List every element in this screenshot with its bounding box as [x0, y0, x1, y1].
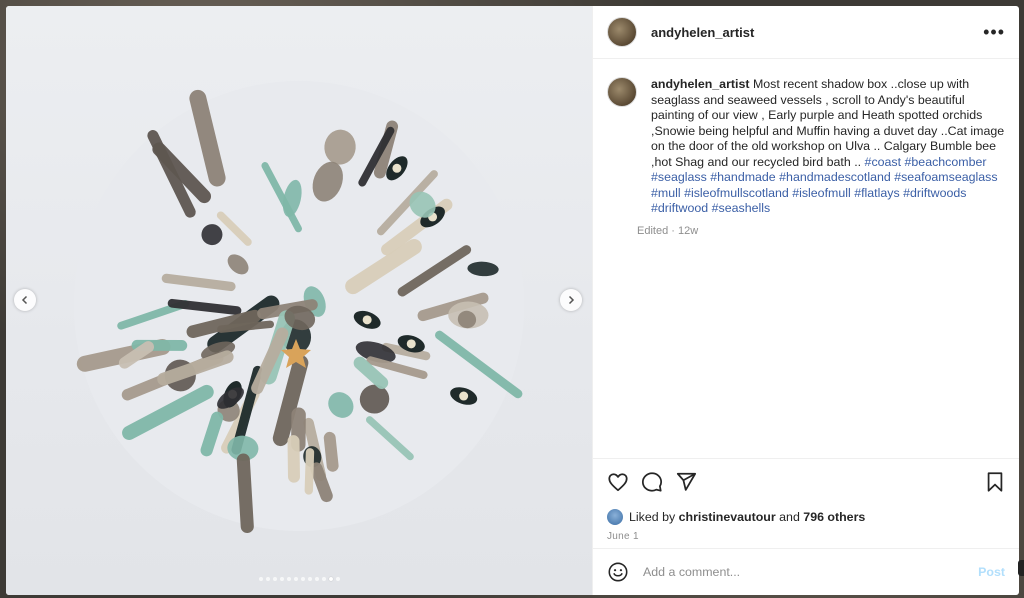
likes-summary: Liked by christinevautour and 796 others [607, 509, 1005, 525]
hashtag-link[interactable]: #handmadescotland [779, 170, 891, 184]
artwork-piece [392, 163, 402, 173]
hashtag-link[interactable]: #seafoamseaglass [894, 170, 997, 184]
hashtag-link[interactable]: #seaglass [651, 170, 707, 184]
post-date[interactable]: June 1 [607, 531, 1005, 542]
artwork-piece [362, 315, 372, 325]
hashtag-link[interactable]: #coast [865, 155, 902, 169]
post-age[interactable]: 12w [678, 225, 698, 237]
caption: andyhelen_artist Most recent shadow box … [651, 77, 1005, 217]
hashtag-link[interactable]: #seashells [712, 201, 771, 215]
author-username[interactable]: andyhelen_artist [651, 25, 754, 40]
carousel-next-button[interactable] [560, 289, 582, 311]
carousel-dot [300, 577, 305, 581]
comment-bar: Post [593, 548, 1019, 595]
hashtag-link[interactable]: #isleofmull [792, 186, 851, 200]
comment-icon[interactable] [641, 471, 663, 493]
artwork-piece [459, 391, 469, 401]
liked-by-label: Liked by [629, 510, 676, 524]
hashtag-link[interactable]: #beachcomber [905, 155, 987, 169]
carousel-dot [279, 577, 284, 581]
more-horizontal-icon[interactable]: ••• [983, 22, 1005, 43]
action-icons [607, 469, 1005, 495]
carousel-dot [293, 577, 298, 581]
emoji-icon[interactable] [607, 561, 629, 583]
carousel-prev-button[interactable] [14, 289, 36, 311]
liked-by-user[interactable]: christinevautour [679, 510, 776, 524]
carousel-dot [307, 577, 312, 581]
edited-label: Edited [637, 224, 669, 237]
carousel-dot [335, 577, 340, 581]
hashtag-link[interactable]: #handmade [710, 170, 775, 184]
hashtag-link[interactable]: #isleofmullscotland [684, 186, 789, 200]
hashtag-link[interactable]: #driftwoods [903, 186, 966, 200]
liker-avatar[interactable] [607, 509, 623, 525]
post-header: andyhelen_artist ••• [593, 6, 1019, 59]
comments-section: andyhelen_artist Most recent shadow box … [593, 59, 1019, 458]
heart-icon[interactable] [607, 471, 629, 493]
chevron-left-icon [21, 295, 28, 305]
others-count[interactable]: 796 others [803, 510, 865, 524]
post-modal: andyhelen_artist ••• andyhelen_artist Mo… [6, 6, 1019, 595]
caption-row: andyhelen_artist Most recent shadow box … [607, 77, 1005, 237]
hashtag-link[interactable]: #flatlays [854, 186, 899, 200]
hashtag-link[interactable]: #driftwood [651, 201, 708, 215]
artwork-piece [287, 435, 300, 483]
author-avatar[interactable] [607, 17, 637, 47]
carousel-dots [6, 577, 592, 581]
shadow-box-artwork [74, 81, 524, 534]
carousel-dot [272, 577, 277, 581]
bookmark-icon[interactable] [985, 471, 1005, 493]
action-bar: Liked by christinevautour and 796 others… [593, 458, 1019, 548]
caption-username[interactable]: andyhelen_artist [651, 77, 749, 91]
carousel-dot [328, 577, 333, 581]
post-comment-button[interactable]: Post [978, 565, 1005, 579]
carousel-dot [286, 577, 291, 581]
hashtag-link[interactable]: #mull [651, 186, 681, 200]
artwork-piece [406, 339, 416, 349]
chevron-right-icon [568, 295, 575, 305]
post-sidebar: andyhelen_artist ••• andyhelen_artist Mo… [592, 6, 1019, 595]
caption-author-avatar[interactable] [607, 77, 637, 107]
carousel-dot [265, 577, 270, 581]
carousel-dot [321, 577, 326, 581]
carousel-dot [258, 577, 263, 581]
window-edge [1018, 560, 1024, 576]
carousel-dot [314, 577, 319, 581]
caption-meta: Edited · 12w [637, 224, 699, 237]
artwork-piece [304, 448, 315, 495]
post-image [6, 6, 592, 595]
share-icon[interactable] [675, 471, 697, 493]
comment-input[interactable] [641, 564, 979, 580]
and-label: and [779, 510, 800, 524]
